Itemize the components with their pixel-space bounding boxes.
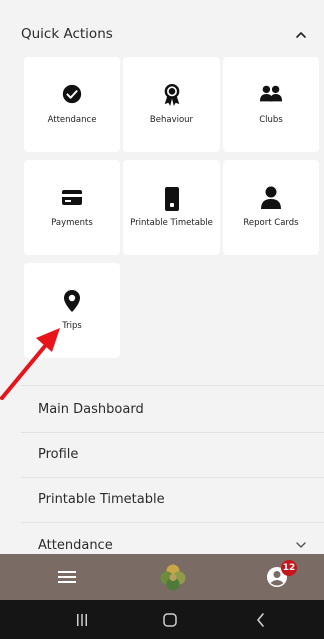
person-icon bbox=[261, 186, 281, 209]
menu-divider bbox=[21, 385, 324, 386]
menu-divider bbox=[21, 477, 324, 478]
chevron-up-icon[interactable] bbox=[292, 28, 310, 42]
hamburger-menu-icon[interactable] bbox=[58, 570, 76, 584]
recents-icon[interactable] bbox=[75, 613, 89, 627]
tile-behaviour[interactable]: Behaviour bbox=[123, 57, 220, 152]
home-icon[interactable] bbox=[162, 612, 178, 628]
app-logo-icon[interactable] bbox=[160, 563, 186, 591]
tile-printable-timetable[interactable]: Printable Timetable bbox=[123, 160, 220, 255]
mobile-icon bbox=[164, 187, 179, 211]
menu-item-profile[interactable]: Profile bbox=[38, 447, 78, 462]
chevron-down-icon[interactable] bbox=[294, 540, 308, 550]
check-circle-icon bbox=[62, 84, 82, 104]
users-icon bbox=[259, 85, 283, 102]
menu-divider bbox=[21, 522, 324, 523]
award-icon bbox=[164, 84, 179, 106]
tile-label: Clubs bbox=[259, 115, 283, 125]
tile-label: Printable Timetable bbox=[130, 218, 213, 228]
menu-item-printable-timetable[interactable]: Printable Timetable bbox=[38, 492, 165, 507]
app-bottom-bar bbox=[0, 554, 324, 600]
menu-divider bbox=[21, 432, 324, 433]
tile-label: Attendance bbox=[47, 115, 97, 125]
tile-label: Behaviour bbox=[149, 115, 194, 125]
notification-badge: 12 bbox=[281, 560, 297, 576]
tile-report-cards[interactable]: Report Cards bbox=[223, 160, 319, 255]
tile-clubs[interactable]: Clubs bbox=[223, 57, 319, 152]
menu-item-main-dashboard[interactable]: Main Dashboard bbox=[38, 402, 144, 417]
annotation-arrow-icon bbox=[0, 328, 60, 400]
credit-card-icon bbox=[62, 190, 82, 205]
system-navigation-bar bbox=[0, 600, 324, 639]
back-icon[interactable] bbox=[255, 612, 267, 628]
tile-label: Report Cards bbox=[243, 218, 299, 228]
map-pin-icon bbox=[64, 290, 80, 312]
quick-actions-title: Quick Actions bbox=[21, 26, 113, 42]
tile-attendance[interactable]: Attendance bbox=[24, 57, 120, 152]
menu-item-attendance[interactable]: Attendance bbox=[38, 538, 113, 553]
tile-payments[interactable]: Payments bbox=[24, 160, 120, 255]
tile-label: Payments bbox=[51, 218, 93, 228]
